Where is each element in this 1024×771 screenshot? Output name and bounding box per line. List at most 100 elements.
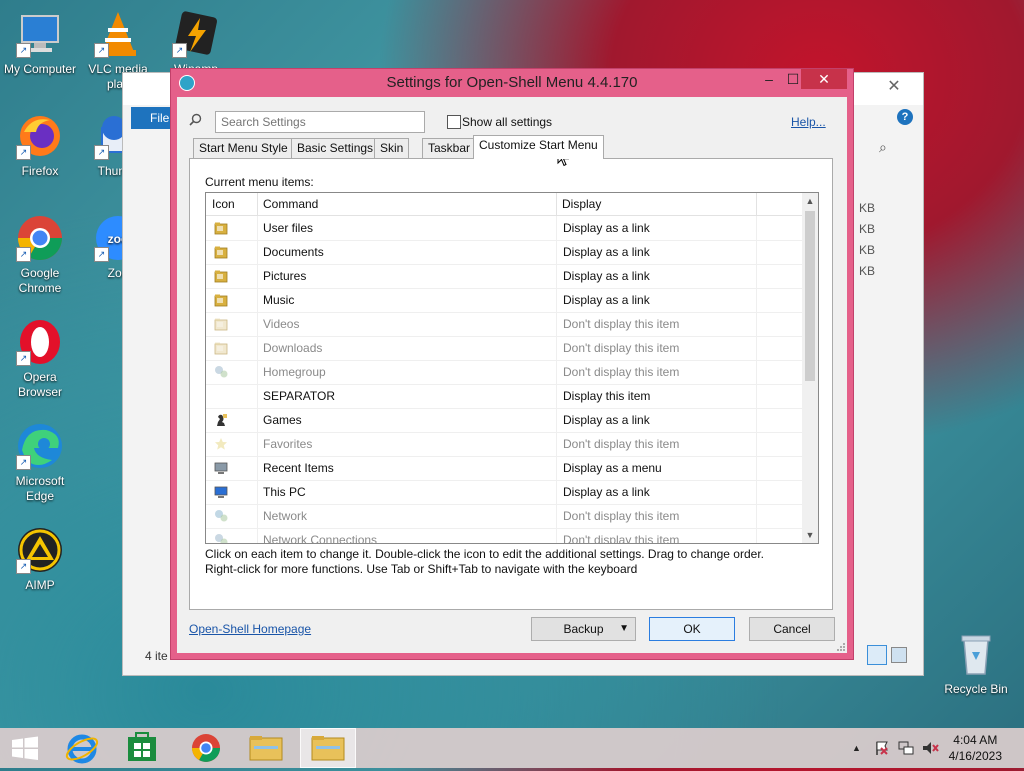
row-command: Videos — [263, 317, 300, 331]
search-settings-input[interactable] — [215, 111, 425, 133]
downloads-icon[interactable] — [214, 341, 228, 355]
column-header-command[interactable]: Command — [257, 193, 557, 215]
table-row[interactable]: Games Display as a link — [206, 408, 802, 433]
taskbar-clock[interactable]: 4:04 AM 4/16/2023 — [949, 732, 1002, 764]
documents-icon[interactable] — [214, 245, 228, 259]
tab-basic-settings[interactable]: Basic Settings — [291, 138, 380, 158]
music-icon[interactable] — [214, 293, 228, 307]
large-icons-view-icon[interactable] — [891, 647, 907, 663]
tab-taskbar[interactable]: Taskbar — [422, 138, 477, 158]
videos-icon[interactable] — [214, 317, 228, 331]
action-center-flag-icon[interactable] — [874, 740, 890, 756]
taskbar-chrome[interactable] — [180, 728, 232, 768]
volume-muted-icon[interactable] — [922, 740, 940, 756]
table-row[interactable]: Network Connections Don't display this it… — [206, 528, 802, 543]
games-icon[interactable] — [214, 413, 228, 427]
ok-button[interactable]: OK — [649, 617, 735, 641]
scroll-down-icon[interactable]: ▼ — [802, 527, 818, 543]
table-row[interactable]: Videos Don't display this item — [206, 312, 802, 337]
show-hidden-icons-chevron-icon[interactable]: ▲ — [852, 728, 861, 768]
row-divider — [556, 240, 557, 264]
column-header-display[interactable]: Display — [556, 193, 757, 215]
table-row[interactable]: SEPARATOR Display this item — [206, 384, 802, 409]
row-divider — [257, 456, 258, 480]
table-row[interactable]: Downloads Don't display this item — [206, 336, 802, 361]
help-link[interactable]: Help... — [791, 115, 826, 129]
hint-line-1: Click on each item to change it. Double-… — [205, 547, 764, 561]
desktop-icon-aimp[interactable]: ↗ AIMP — [0, 526, 80, 593]
desktop-icon-firefox[interactable]: ↗ Firefox — [0, 112, 80, 179]
desktop-icon-chrome[interactable]: ↗ Google Chrome — [0, 214, 80, 296]
desktop-icon-edge[interactable]: ↗ Microsoft Edge — [0, 422, 80, 504]
desktop-icon-my-computer[interactable]: ↗ My Computer — [0, 10, 80, 77]
open-shell-homepage-link[interactable]: Open-Shell Homepage — [189, 622, 311, 636]
row-divider — [756, 456, 757, 480]
row-command: Music — [263, 293, 295, 307]
explorer-size-label: KB — [859, 243, 876, 257]
row-divider — [556, 528, 557, 543]
show-all-settings-label[interactable]: Show all settings — [462, 115, 552, 129]
row-divider — [257, 432, 258, 456]
store-icon — [128, 732, 156, 761]
resize-grip-icon[interactable] — [835, 641, 845, 651]
row-divider — [556, 480, 557, 504]
cancel-button[interactable]: Cancel — [749, 617, 835, 641]
homegroup-icon[interactable] — [214, 365, 228, 379]
table-row[interactable]: Favorites Don't display this item — [206, 432, 802, 457]
explorer-close-button[interactable]: ✕ — [871, 75, 917, 99]
column-header-icon[interactable]: Icon — [206, 193, 258, 215]
table-row[interactable]: Documents Display as a link — [206, 240, 802, 265]
dialog-title: Settings for Open-Shell Menu 4.4.170 — [386, 74, 638, 91]
favorites-star-icon[interactable] — [214, 437, 228, 451]
close-button[interactable]: ✕ — [801, 69, 847, 89]
menu-items-list[interactable]: Icon Command Display User files Display a… — [205, 192, 819, 544]
row-divider — [257, 312, 258, 336]
tab-start-menu-style[interactable]: Start Menu Style — [193, 138, 294, 158]
clock-date: 4/16/2023 — [948, 749, 1002, 763]
row-display: Display as a link — [563, 221, 650, 235]
explorer-status: 4 ite — [145, 649, 168, 663]
explorer-help-icon[interactable]: ? — [897, 109, 913, 125]
scroll-up-icon[interactable]: ▲ — [802, 193, 818, 209]
taskbar-file-explorer-active[interactable] — [300, 728, 356, 768]
desktop-icon-recycle-bin[interactable]: Recycle Bin — [936, 630, 1016, 697]
table-row[interactable]: Homegroup Don't display this item — [206, 360, 802, 385]
recent-items-icon[interactable] — [214, 461, 228, 475]
network-connections-icon[interactable] — [214, 533, 228, 543]
network-icon[interactable] — [214, 509, 228, 523]
scroll-thumb[interactable] — [805, 211, 815, 381]
table-row[interactable]: This PC Display as a link — [206, 480, 802, 505]
row-display: Display as a menu — [563, 461, 662, 475]
explorer-search-icon[interactable]: ⌕ — [879, 139, 887, 156]
taskbar: ▲ 4:04 AM 4/16/2023 — [0, 728, 1024, 768]
row-command: Recent Items — [263, 461, 334, 475]
row-command: Downloads — [263, 341, 323, 355]
table-row[interactable]: Recent Items Display as a menu — [206, 456, 802, 481]
network-icon[interactable] — [898, 740, 914, 756]
table-row[interactable]: Pictures Display as a link — [206, 264, 802, 289]
taskbar-store[interactable] — [116, 728, 168, 768]
desktop-icon-winamp[interactable]: ↗ Winamp — [156, 10, 236, 77]
edge-icon: ↗ — [16, 422, 64, 470]
show-all-settings-checkbox[interactable] — [447, 115, 461, 129]
list-scrollbar[interactable]: ▲ ▼ — [802, 193, 818, 543]
this-pc-icon[interactable] — [214, 485, 228, 499]
tab-skin[interactable]: Skin — [374, 138, 410, 158]
pictures-icon[interactable] — [214, 269, 228, 283]
row-divider — [257, 504, 258, 528]
explorer-size-label: KB — [859, 264, 876, 278]
details-view-icon[interactable] — [867, 645, 887, 665]
table-row[interactable]: Music Display as a link — [206, 288, 802, 313]
table-row[interactable]: Network Don't display this item — [206, 504, 802, 529]
tab-customize-start-menu[interactable]: Customize Start Menu — [473, 135, 604, 159]
start-button[interactable] — [0, 728, 52, 768]
taskbar-file-explorer[interactable] — [240, 728, 292, 768]
row-command: Games — [263, 413, 302, 427]
backup-button[interactable]: Backup ▼ — [531, 617, 636, 641]
user-folder-icon[interactable] — [214, 221, 228, 235]
desktop-icon-opera[interactable]: ↗ Opera Browser — [0, 318, 80, 400]
explorer-file-tab[interactable]: File — [131, 107, 173, 129]
row-divider — [756, 504, 757, 528]
table-row[interactable]: User files Display as a link — [206, 216, 802, 241]
taskbar-internet-explorer[interactable] — [56, 728, 108, 768]
